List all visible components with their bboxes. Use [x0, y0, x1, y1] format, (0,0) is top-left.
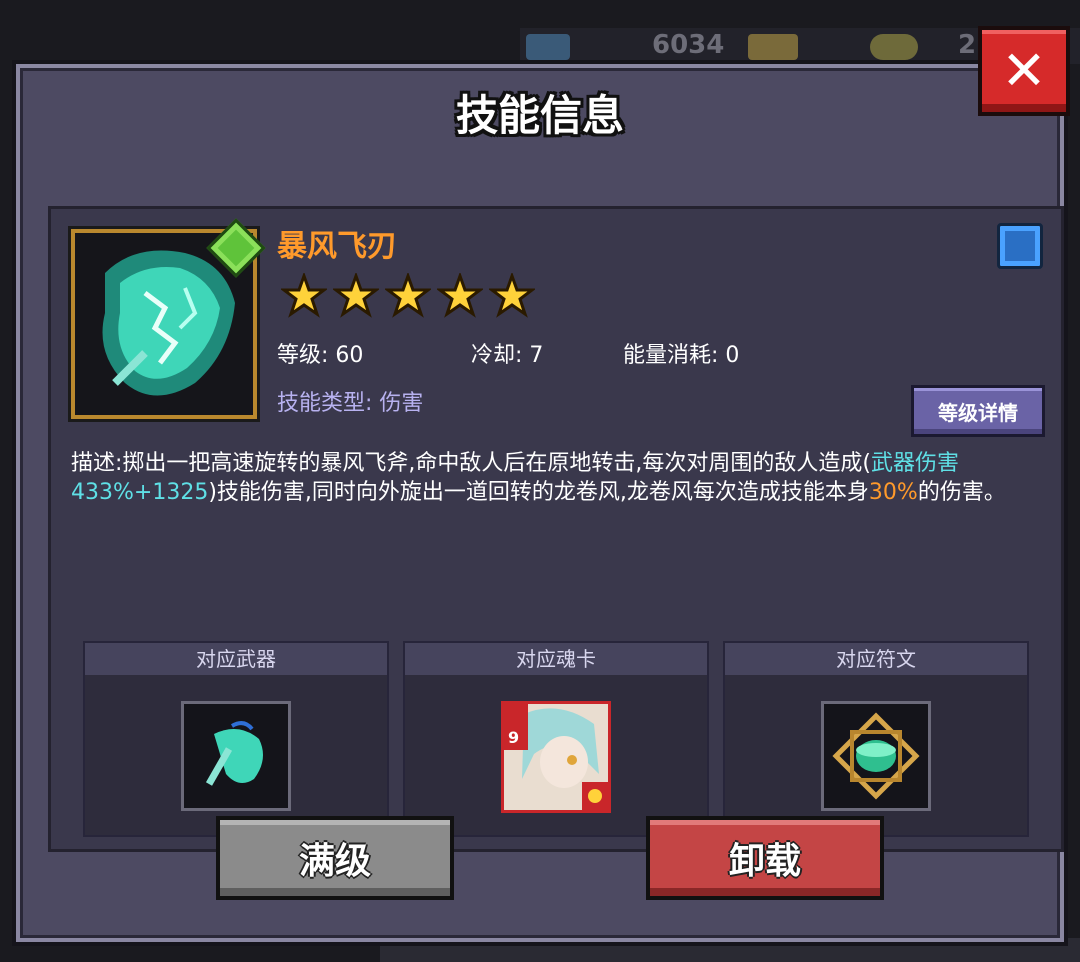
skill-type-value: 伤害 [379, 391, 424, 416]
description-text-1: 描述:掷出一把高速旋转的暴风飞斧,命中敌人后在原地转击,每次对周围的敌人造成( [71, 451, 871, 476]
energy-stat: 能量消耗: 0 [623, 337, 739, 369]
level-value: 60 [335, 343, 364, 368]
cooldown-label: 冷却: [471, 343, 523, 368]
axe-weapon-icon [205, 721, 263, 786]
rune-icon [832, 712, 920, 800]
coin-icon [870, 34, 918, 60]
percent-highlight: 30% [868, 480, 918, 505]
skill-detail-area: 暴风飞刃 等级: 60 冷却: 7 能量消耗: 0 技能类型: 伤害 等级详情 … [48, 206, 1064, 852]
shield-icon[interactable] [997, 223, 1043, 269]
star-rating [281, 273, 535, 319]
rune-slot[interactable]: 对应符文 [723, 641, 1029, 837]
other-value: 2 [958, 30, 977, 60]
skill-type: 技能类型: 伤害 [277, 385, 423, 417]
close-button[interactable]: ✕ [978, 26, 1070, 116]
weapon-item[interactable] [181, 701, 291, 811]
resource-value: 6034 [652, 30, 725, 60]
add-resource-icon [748, 34, 798, 60]
cooldown-value: 7 [529, 343, 544, 368]
skill-type-label: 技能类型: [277, 391, 373, 416]
dialog-title: 技能信息 [455, 91, 624, 140]
level-detail-button[interactable]: 等级详情 [911, 385, 1045, 437]
resource-icon [526, 34, 570, 60]
weapon-slot-title: 对应武器 [85, 643, 387, 675]
description-text-2: )技能伤害,同时向外旋出一道回转的龙卷风,龙卷风每次造成技能本身 [208, 480, 869, 505]
level-label: 等级: [277, 343, 329, 368]
weapon-slot[interactable]: 对应武器 [83, 641, 389, 837]
energy-label: 能量消耗: [623, 343, 719, 368]
card-level: 9 [508, 728, 520, 747]
rune-item[interactable] [821, 701, 931, 811]
soul-card-slot-title: 对应魂卡 [405, 643, 707, 675]
energy-value: 0 [725, 343, 740, 368]
star-icon [437, 273, 483, 318]
skill-info-dialog: 技能信息 暴风飞刃 等级: 60 冷却: 7 能量消耗: 0 技能类型: 伤害 … [12, 60, 1068, 946]
close-icon: ✕ [1001, 39, 1047, 102]
max-level-button[interactable]: 满级 [216, 816, 454, 900]
rune-slot-title: 对应符文 [725, 643, 1027, 675]
level-stat: 等级: 60 [277, 337, 363, 369]
skill-name: 暴风飞刃 [277, 229, 397, 264]
star-icon [385, 273, 431, 318]
soul-card-item[interactable]: 9 [501, 701, 611, 813]
cooldown-stat: 冷却: 7 [471, 337, 543, 369]
description-text-3: 的伤害。 [917, 480, 1006, 505]
star-icon [333, 273, 379, 318]
soul-card-slot[interactable]: 对应魂卡 9 [403, 641, 709, 837]
unload-button[interactable]: 卸载 [646, 816, 884, 900]
star-icon [489, 273, 535, 318]
star-icon [281, 273, 327, 318]
skill-description: 描述:掷出一把高速旋转的暴风飞斧,命中敌人后在原地转击,每次对周围的敌人造成(武… [71, 449, 1041, 507]
character-portrait-icon [504, 704, 608, 810]
